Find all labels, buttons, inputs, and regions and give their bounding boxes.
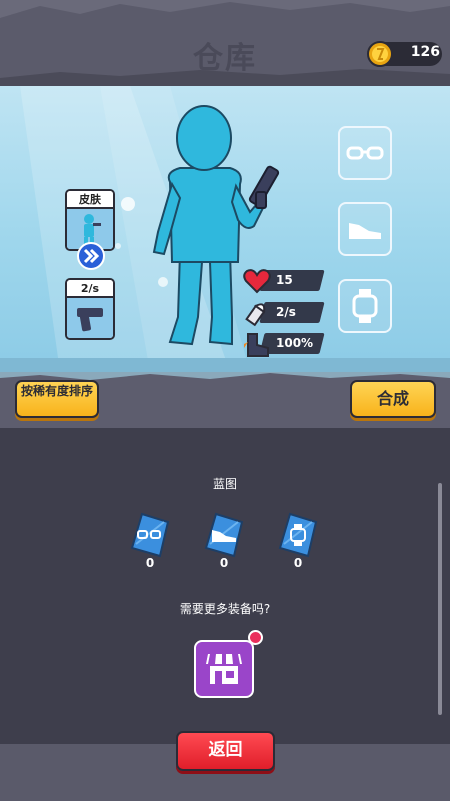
health-value: 15 xyxy=(276,273,293,287)
heart-icon xyxy=(243,269,271,294)
glasses-icon xyxy=(346,146,384,160)
boot-icon xyxy=(244,333,269,357)
glasses-blueprint-count: 0 xyxy=(145,556,155,570)
weapon-fire-rate-label: 2/s xyxy=(67,280,113,298)
back-button[interactable]: 返回 xyxy=(176,731,275,771)
shoe-blueprint-icon[interactable] xyxy=(202,512,246,558)
shop-icon xyxy=(206,654,242,684)
shoes-slot[interactable] xyxy=(338,202,392,256)
watch-slot[interactable] xyxy=(338,279,392,333)
watch-blueprint-count: 0 xyxy=(293,556,303,570)
craft-button[interactable]: 合成 xyxy=(350,380,436,418)
bullet-icon xyxy=(245,303,266,327)
shop-notification-dot xyxy=(248,630,263,645)
fire-rate-value: 2/s xyxy=(276,305,296,319)
panel-scrollbar[interactable] xyxy=(438,483,442,715)
weapon-card[interactable]: 2/s xyxy=(65,278,115,340)
glasses-blueprint-icon[interactable] xyxy=(128,512,172,558)
shop-button[interactable] xyxy=(194,640,254,698)
shoe-icon xyxy=(349,223,381,239)
weapon-preview xyxy=(67,298,113,338)
blueprint-section-title: 蓝图 xyxy=(212,477,237,491)
coin-amount: 126 xyxy=(410,44,440,60)
speed-value: 100% xyxy=(276,336,314,350)
watch-icon xyxy=(352,289,378,323)
skin-card-label: 皮肤 xyxy=(67,191,113,209)
more-equipment-prompt: 需要更多装备吗? xyxy=(179,602,271,616)
sort-by-rarity-button[interactable]: 按稀有度排序 xyxy=(15,380,99,418)
shoe-blueprint-count: 0 xyxy=(219,556,229,570)
watch-blueprint-icon[interactable] xyxy=(276,512,320,558)
upgrade-arrow-icon[interactable] xyxy=(77,242,105,270)
pistol-icon xyxy=(77,308,103,332)
coin-icon xyxy=(367,41,393,67)
glasses-slot[interactable] xyxy=(338,126,392,180)
